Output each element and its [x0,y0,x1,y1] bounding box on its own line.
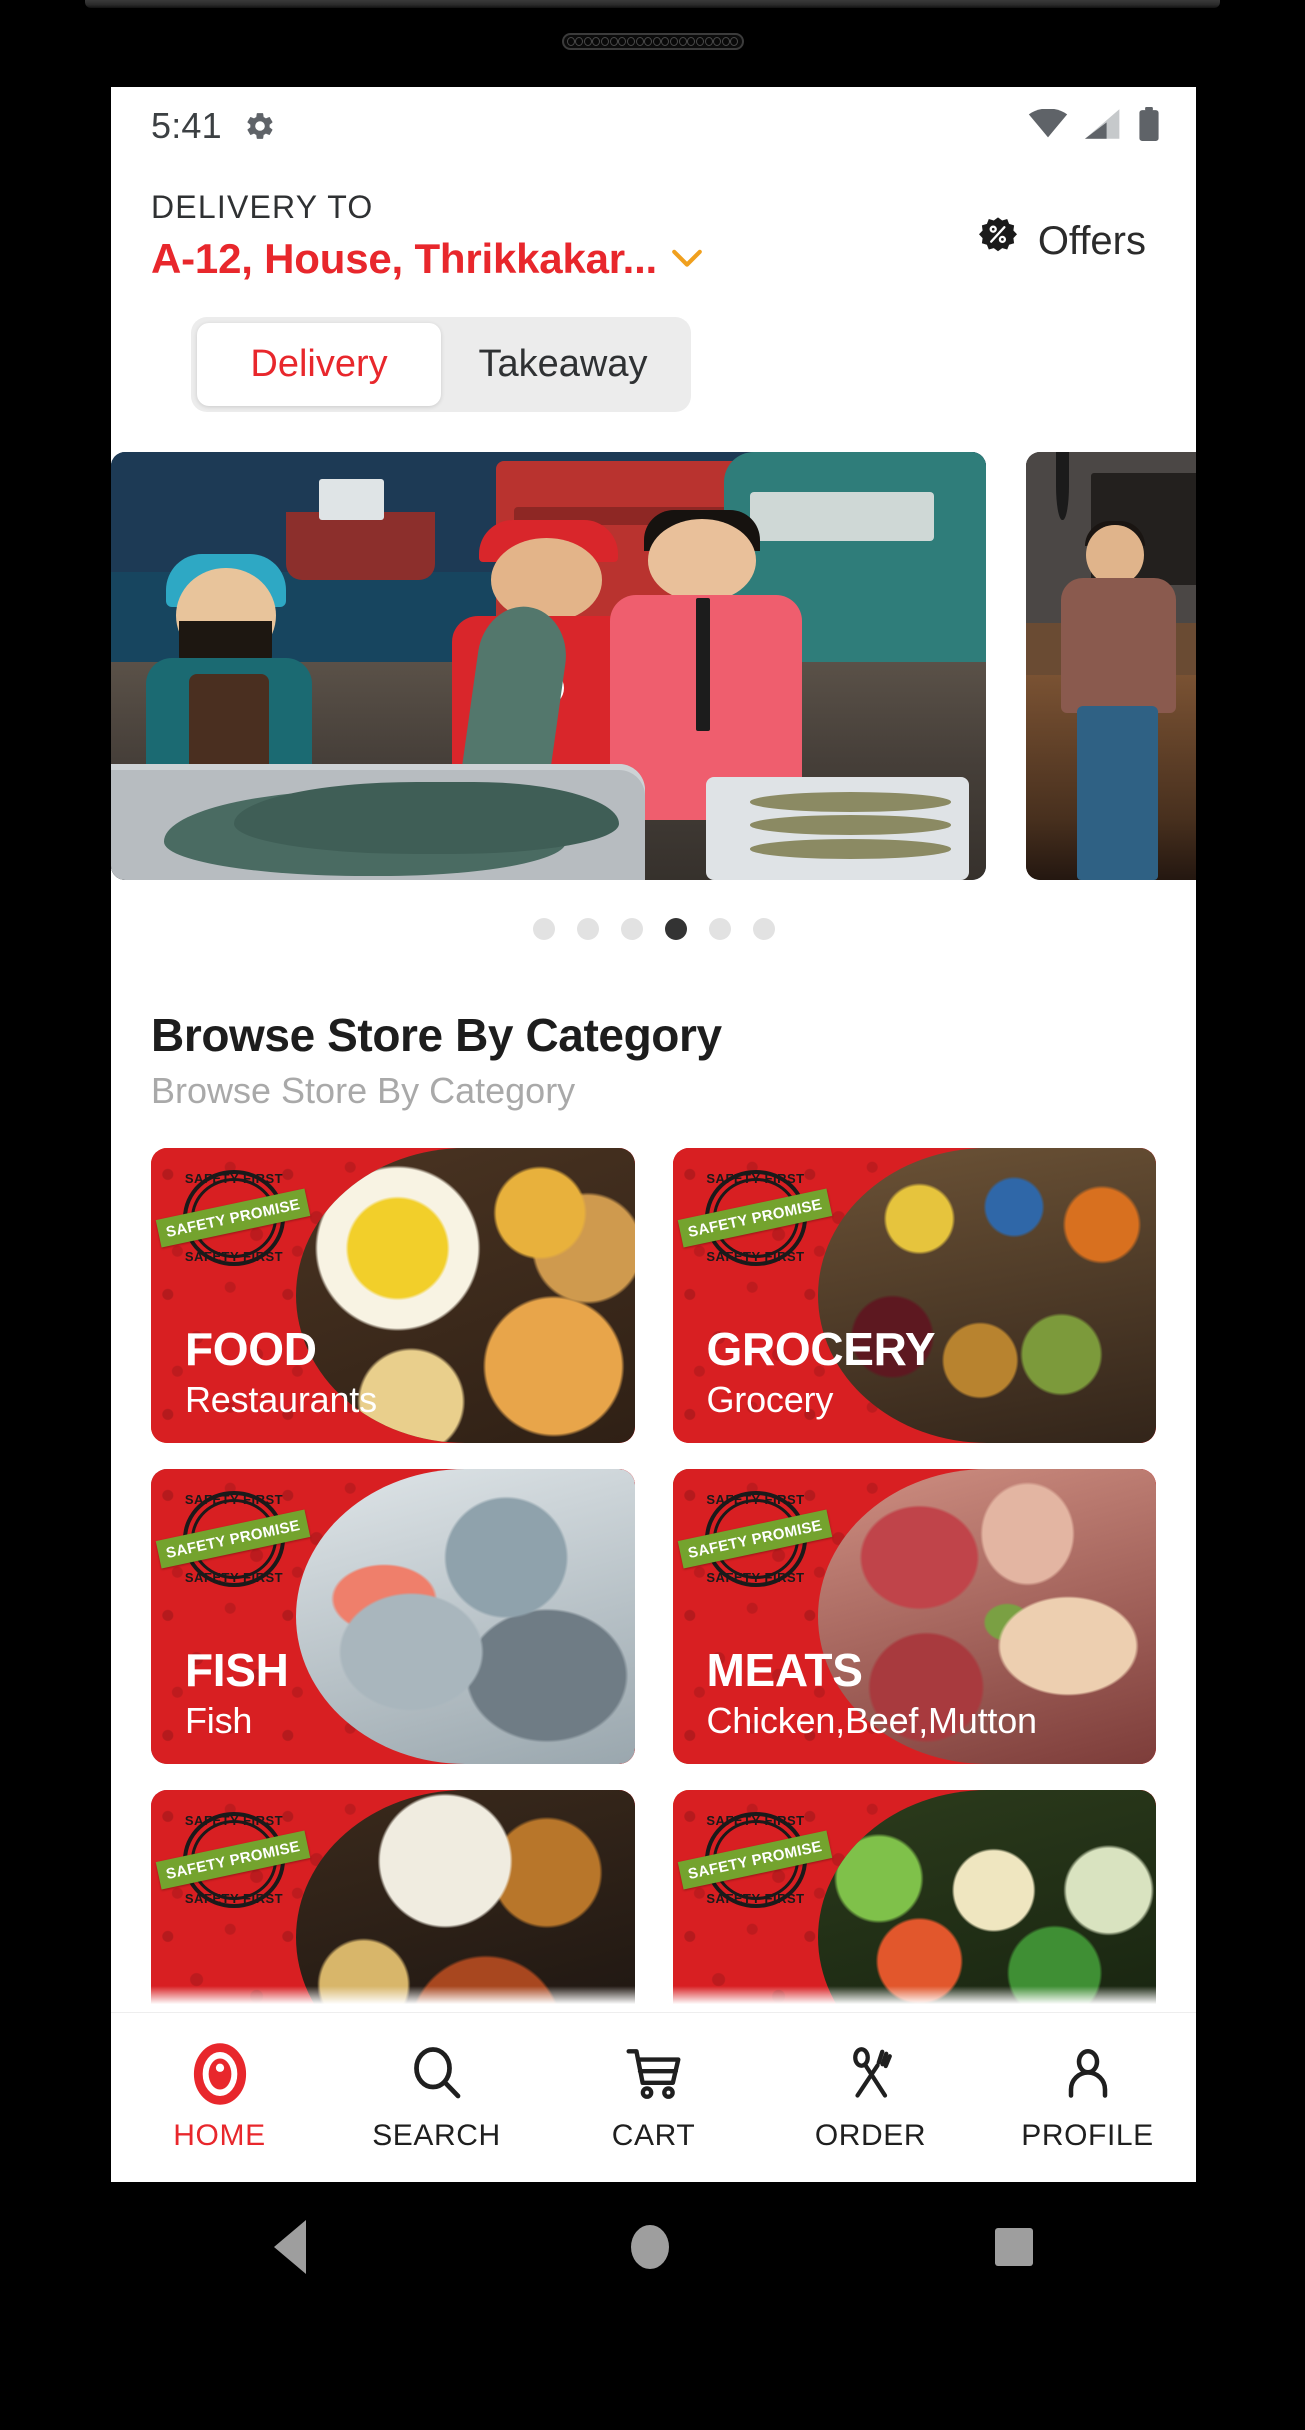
offers-label: Offers [1037,219,1146,263]
category-title: FISH [185,1644,289,1697]
badge-bottom-text: SAFETY FIRST [184,1249,284,1264]
wifi-icon [1028,108,1068,144]
nav-label-cart: CART [611,2118,696,2152]
content-fade-overlay [111,1986,1196,2012]
nav-label-profile: PROFILE [1021,2118,1154,2152]
magnifier-icon [407,2043,467,2105]
device-frame: 5:41 DELIVERY TO A-12, House, Thrikkakar… [0,0,1305,2430]
browse-section-subtitle: Browse Store By Category [151,1070,576,1111]
badge-top-text: SAFETY FIRST [706,1813,805,1828]
nav-item-home[interactable]: HOME [111,2042,328,2153]
badge-top-text: SAFETY FIRST [184,1171,284,1186]
nav-label-home: HOME [173,2118,266,2152]
nav-label-order: ORDER [814,2118,927,2152]
category-title: FOOD [185,1323,317,1376]
carousel-dot[interactable] [576,918,599,940]
fish-market-illustration [111,452,986,880]
chevron-down-icon[interactable] [671,248,703,270]
badge-top-text: SAFETY FIRST [184,1492,284,1507]
category-card-meals[interactable]: SAFETY FIRST SAFETY FIRST SAFETY PROMISE [151,1790,635,2012]
toggle-option-takeaway[interactable]: Takeaway [441,323,685,406]
nav-item-order[interactable]: ORDER [762,2043,979,2153]
shopping-cart-icon [623,2043,685,2105]
percent-badge-icon [974,215,1022,268]
page-title: Browse Store By Category [151,1009,722,1061]
address-selector[interactable]: A-12, House, Thrikkakar... [151,235,703,283]
nav-item-search[interactable]: SEARCH [328,2043,545,2153]
fork-and-spoon-icon [841,2043,901,2105]
battery-icon [1138,106,1160,146]
delivery-address-block[interactable]: DELIVERY TO A-12, House, Thrikkakar... [151,187,703,283]
app-scroll-area[interactable]: 5:41 DELIVERY TO A-12, House, Thrikkakar… [111,87,1196,2012]
location-pin-icon [189,2042,251,2105]
promo-carousel[interactable] [111,452,1196,880]
status-bar: 5:41 [111,87,1196,165]
person-icon [1058,2043,1118,2105]
category-subtitle: Chicken,Beef,Mutton [706,1700,1038,1741]
gear-icon [244,110,276,142]
carousel-dot[interactable] [708,918,731,940]
carousel-dots[interactable] [111,918,1196,940]
badge-bottom-text: SAFETY FIRST [706,1249,805,1264]
category-subtitle: Restaurants [185,1379,377,1420]
badge-bottom-text: SAFETY FIRST [184,1891,284,1906]
android-system-nav [111,2182,1196,2312]
category-grid: SAFETY FIRST SAFETY FIRST SAFETY PROMISE… [151,1148,1156,2012]
device-top-bezel [85,0,1220,8]
category-title: MEATS [706,1644,863,1697]
category-card-vegetables[interactable]: SAFETY FIRST SAFETY FIRST SAFETY PROMISE [672,1790,1156,2012]
safety-promise-badge: SAFETY FIRST SAFETY FIRST SAFETY PROMISE [155,1483,311,1595]
badge-top-text: SAFETY FIRST [706,1171,805,1186]
badge-top-text: SAFETY FIRST [706,1492,805,1507]
carousel-dot[interactable] [532,918,555,940]
current-address-text: A-12, House, Thrikkakar... [151,235,658,282]
safety-promise-badge: SAFETY FIRST SAFETY FIRST SAFETY PROMISE [677,1483,832,1595]
delivery-to-label: DELIVERY TO [151,189,374,225]
category-subtitle: Grocery [706,1379,834,1420]
status-bar-icons [1028,106,1160,146]
carousel-dot[interactable] [620,918,643,940]
recents-square-icon[interactable] [995,2228,1034,2266]
category-card-fish[interactable]: SAFETY FIRST SAFETY FIRST SAFETY PROMISE… [151,1469,635,1764]
category-card-food[interactable]: SAFETY FIRST SAFETY FIRST SAFETY PROMISE… [151,1148,635,1443]
browse-section-header: Browse Store By Category Browse Store By… [111,1008,1196,1112]
badge-bottom-text: SAFETY FIRST [706,1570,805,1585]
safety-promise-badge: SAFETY FIRST SAFETY FIRST SAFETY PROMISE [155,1804,311,1916]
safety-promise-badge: SAFETY FIRST SAFETY FIRST SAFETY PROMISE [677,1162,832,1274]
offers-button[interactable]: Offers [974,215,1146,268]
safety-promise-badge: SAFETY FIRST SAFETY FIRST SAFETY PROMISE [155,1162,311,1274]
category-photo [296,1790,635,2012]
carousel-dot[interactable] [752,918,775,940]
carousel-track[interactable] [111,452,1196,880]
nav-item-cart[interactable]: CART [545,2043,762,2153]
category-photo [817,1790,1156,2012]
restaurant-interior-illustration [1026,452,1196,880]
carousel-dot-active[interactable] [664,918,687,940]
category-title: GROCERY [706,1323,936,1376]
back-triangle-icon[interactable] [273,2220,306,2274]
category-photo [296,1469,635,1764]
cellular-signal-icon [1085,108,1121,144]
carousel-slide-active[interactable] [111,452,986,880]
safety-promise-badge: SAFETY FIRST SAFETY FIRST SAFETY PROMISE [677,1804,832,1916]
delivery-mode-toggle[interactable]: Delivery Takeaway [191,317,691,412]
category-subtitle: Fish [185,1700,253,1741]
bottom-navigation-bar: HOME SEARCH CART ORDER PROFILE [111,2012,1196,2182]
badge-top-text: SAFETY FIRST [184,1813,284,1828]
category-card-grocery[interactable]: SAFETY FIRST SAFETY FIRST SAFETY PROMISE… [672,1148,1156,1443]
earpiece-speaker-grille [561,33,744,50]
phone-screen: 5:41 DELIVERY TO A-12, House, Thrikkakar… [111,87,1196,2182]
badge-bottom-text: SAFETY FIRST [706,1891,805,1906]
carousel-slide-next[interactable] [1026,452,1196,880]
status-bar-clock: 5:41 [151,105,222,146]
app-header: DELIVERY TO A-12, House, Thrikkakar... O… [111,165,1196,412]
category-card-meats[interactable]: SAFETY FIRST SAFETY FIRST SAFETY PROMISE… [672,1469,1156,1764]
badge-bottom-text: SAFETY FIRST [184,1570,284,1585]
home-circle-icon[interactable] [631,2225,670,2269]
nav-item-profile[interactable]: PROFILE [979,2043,1196,2153]
nav-label-search: SEARCH [372,2118,501,2152]
toggle-option-delivery[interactable]: Delivery [197,323,441,406]
